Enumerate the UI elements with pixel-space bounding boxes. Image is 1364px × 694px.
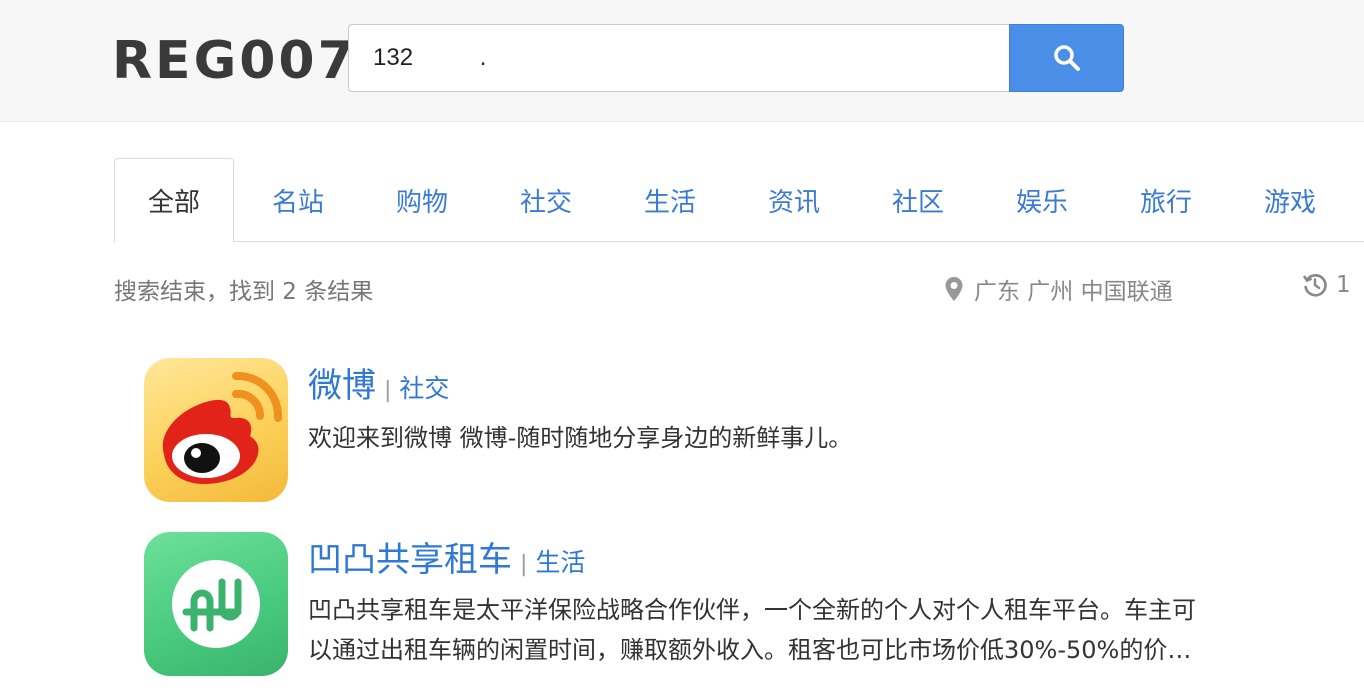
tab-entertainment[interactable]: 娱乐	[982, 158, 1102, 242]
tab-life[interactable]: 生活	[610, 158, 730, 242]
tab-social[interactable]: 社交	[486, 158, 606, 242]
site-logo[interactable]: REG007	[112, 30, 357, 92]
result-description-line: 以通过出租车辆的闲置时间，赚取额外收入。租客也可比市场价低30%-50%的价…	[308, 636, 1192, 664]
result-description: 欢迎来到微博 微博-随时随地分享身边的新鲜事儿。	[308, 424, 853, 452]
result-item: 凹凸共享租车 | 生活 凹凸共享租车是太平洋保险战略合作伙伴，一个全新的个人对个…	[144, 532, 1364, 682]
tab-travel[interactable]: 旅行	[1106, 158, 1226, 242]
history-count: 1	[1336, 272, 1351, 298]
category-tabs: 全部 名站 购物 社交 生活 资讯 社区 娱乐 旅行 游戏	[114, 158, 1364, 243]
tab-community[interactable]: 社区	[858, 158, 978, 242]
weibo-logo-icon[interactable]	[144, 358, 288, 502]
result-title-link[interactable]: 微博	[308, 358, 376, 407]
result-category-link[interactable]: 生活	[535, 543, 585, 579]
search-input[interactable]	[348, 24, 1010, 92]
history-icon	[1302, 274, 1327, 297]
tab-news[interactable]: 资讯	[734, 158, 854, 242]
title-separator: |	[384, 378, 392, 403]
tab-shopping[interactable]: 购物	[362, 158, 482, 242]
title-separator: |	[520, 552, 528, 577]
tab-famous-sites[interactable]: 名站	[238, 158, 358, 242]
aotu-logo-icon[interactable]	[144, 532, 288, 676]
result-title-link[interactable]: 凹凸共享租车	[308, 532, 512, 581]
result-title-row: 凹凸共享租车 | 生活	[308, 532, 585, 581]
result-category-link[interactable]: 社交	[399, 369, 449, 405]
location-text: 广东 广州 中国联通	[974, 279, 1173, 305]
result-description: 凹凸共享租车是太平洋保险战略合作伙伴，一个全新的个人对个人租车平台。车主可 以通…	[308, 590, 1364, 670]
tab-all[interactable]: 全部	[114, 158, 234, 243]
search-status-text: 搜索结束，找到 2 条结果	[114, 279, 374, 305]
result-item: 微博 | 社交 欢迎来到微博 微博-随时随地分享身边的新鲜事儿。	[144, 358, 1364, 508]
history-button[interactable]: 1	[1302, 272, 1351, 298]
location-pin-icon	[945, 277, 963, 301]
header: REG007	[0, 0, 1364, 122]
tab-games[interactable]: 游戏	[1230, 158, 1350, 242]
location-info: 广东 广州 中国联通	[944, 272, 1173, 306]
result-description-line: 凹凸共享租车是太平洋保险战略合作伙伴，一个全新的个人对个人租车平台。车主可	[308, 596, 1196, 624]
result-title-row: 微博 | 社交	[308, 358, 449, 407]
search-icon	[1053, 45, 1080, 71]
search-button[interactable]	[1009, 24, 1124, 92]
